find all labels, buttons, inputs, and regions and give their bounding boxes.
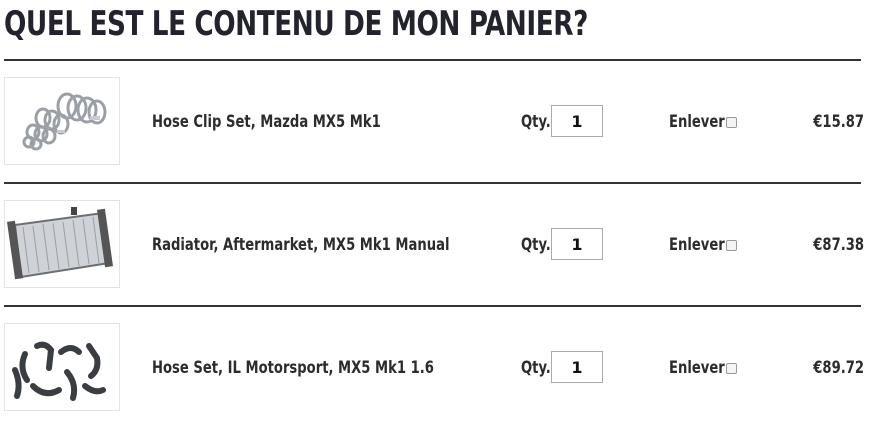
quantity-input[interactable]: [551, 228, 603, 260]
qty-label: Qty.: [521, 358, 551, 378]
remove-label: Enlever: [669, 235, 725, 255]
cart-item-row: Hose Set, IL Motorsport, MX5 Mk1 1.6 Qty…: [0, 307, 882, 429]
qty-label: Qty.: [521, 235, 551, 255]
cart-item-row: Hose Clip Set, Mazda MX5 Mk1 Qty. Enleve…: [0, 61, 882, 183]
cart-item-row: Radiator, Aftermarket, MX5 Mk1 Manual Qt…: [0, 184, 882, 306]
item-price: €89.72: [813, 358, 864, 378]
radiator-photo[interactable]: [4, 200, 120, 288]
hose-clip-set-photo[interactable]: [4, 77, 120, 165]
item-price: €15.87: [813, 112, 864, 132]
quantity-input[interactable]: [551, 105, 603, 137]
remove-checkbox[interactable]: [726, 240, 737, 251]
item-price: €87.38: [813, 235, 864, 255]
qty-label: Qty.: [521, 112, 551, 132]
remove-label: Enlever: [669, 112, 725, 132]
remove-checkbox[interactable]: [726, 363, 737, 374]
remove-label: Enlever: [669, 358, 725, 378]
remove-checkbox[interactable]: [726, 117, 737, 128]
item-name[interactable]: Radiator, Aftermarket, MX5 Mk1 Manual: [152, 235, 449, 255]
item-name[interactable]: Hose Set, IL Motorsport, MX5 Mk1 1.6: [152, 358, 434, 378]
item-name[interactable]: Hose Clip Set, Mazda MX5 Mk1: [152, 112, 381, 132]
page-title: QUEL EST LE CONTENU DE MON PANIER?: [4, 4, 588, 44]
hose-set-photo[interactable]: [4, 323, 120, 411]
quantity-input[interactable]: [551, 351, 603, 383]
